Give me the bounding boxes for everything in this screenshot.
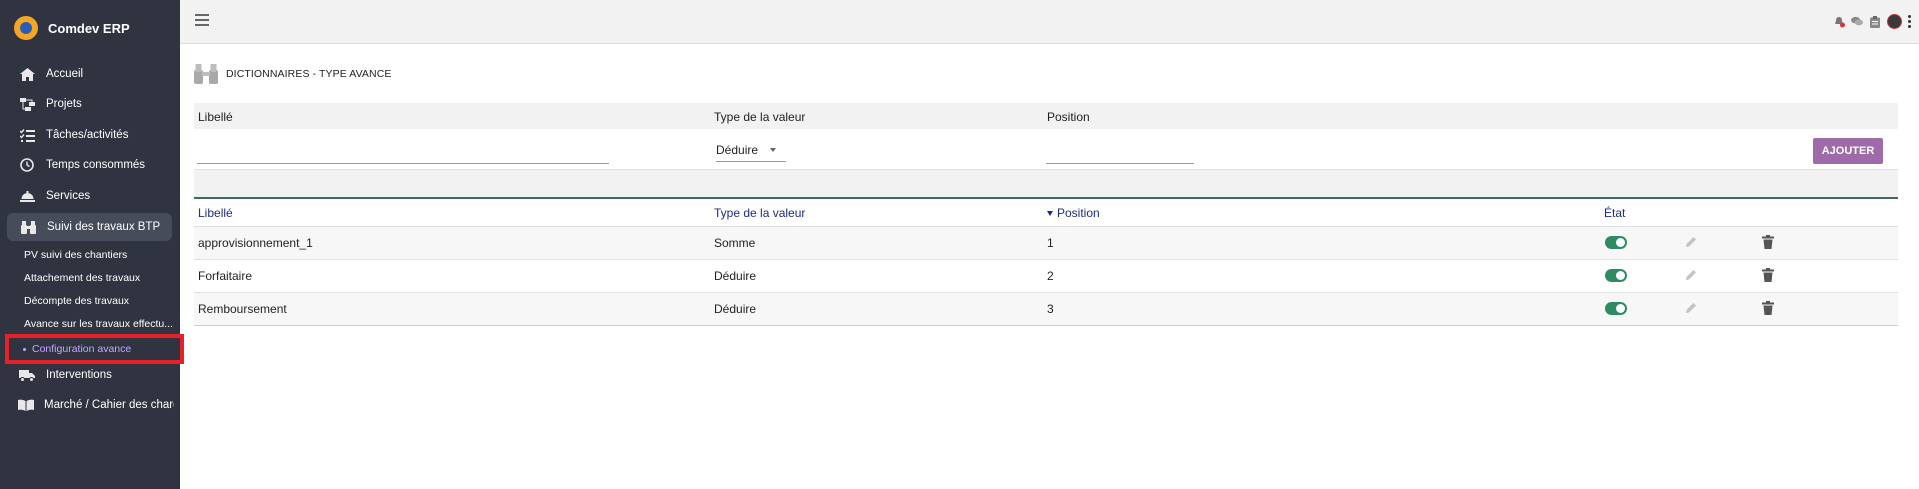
sidebar-item-interventions[interactable]: Interventions [6, 362, 174, 388]
table-row: approvisionnement_1 Somme 1 [194, 227, 1898, 260]
sidebar-item-label: Suivi des travaux BTP [47, 221, 161, 233]
cell-type: Déduire [714, 269, 757, 283]
page-header: DICTIONNAIRES - TYPE AVANCE [194, 64, 391, 84]
etat-toggle[interactable] [1605, 269, 1627, 282]
sidebar-item-temps[interactable]: Temps consommés [6, 152, 174, 178]
page-title: DICTIONNAIRES - TYPE AVANCE [226, 68, 392, 80]
more-vert-icon[interactable] [1908, 15, 1911, 28]
table-header: Libellé Type de la valeur Position État [194, 197, 1898, 227]
app-name: Comdev ERP [48, 20, 130, 36]
type-select-value: Déduire [716, 143, 759, 157]
cell-type: Somme [714, 236, 756, 250]
sidebar-item-label: Marché / Cahier des charg [44, 399, 174, 411]
sidebar-item-label: Interventions [46, 369, 112, 381]
type-label: Type de la valeur [714, 110, 806, 124]
etat-toggle[interactable] [1605, 302, 1627, 315]
clipboard-icon[interactable] [1869, 15, 1881, 28]
cell-libelle: Remboursement [198, 302, 287, 316]
sidebar-item-services[interactable]: Services [6, 183, 174, 209]
add-form: Libellé Type de la valeur Position Dédui… [194, 103, 1898, 170]
column-header-position-label: Position [1057, 206, 1100, 220]
position-label: Position [1047, 110, 1090, 124]
libelle-label: Libellé [198, 110, 233, 124]
column-header-etat[interactable]: État [1604, 206, 1625, 220]
sidebar-subitem-label: Décompte des travaux [24, 295, 130, 307]
etat-toggle[interactable] [1605, 236, 1627, 249]
app-logo [14, 16, 38, 40]
hamburger-menu-icon[interactable] [195, 14, 209, 26]
sidebar-item-label: Accueil [46, 68, 84, 80]
edit-pencil-icon[interactable] [1684, 235, 1698, 249]
cell-libelle: Forfaitaire [198, 269, 253, 283]
cell-libelle: approvisionnement_1 [198, 236, 313, 250]
bullet-icon [23, 347, 26, 351]
task-list-icon [18, 128, 36, 142]
sidebar-subitem-configuration-avance[interactable]: Configuration avance [5, 334, 184, 364]
sidebar-subitem-decompte[interactable]: Décompte des travaux [24, 291, 174, 311]
book-icon [18, 399, 34, 411]
table-row: Forfaitaire Déduire 2 [194, 260, 1898, 293]
user-avatar[interactable] [1887, 14, 1902, 29]
type-select[interactable]: Déduire [716, 139, 786, 162]
sidebar-subitem-label: Configuration avance [32, 343, 132, 355]
column-header-libelle[interactable]: Libellé [198, 206, 233, 220]
sidebar-subitem-label: Attachement des travaux [24, 272, 141, 284]
notification-icon[interactable] [1833, 16, 1845, 28]
sidebar-subitem-label: PV suivi des chantiers [24, 249, 128, 261]
sidebar-item-label: Projets [46, 98, 82, 110]
sidebar-subitem-attachement[interactable]: Attachement des travaux [24, 268, 174, 288]
sidebar-item-label: Tâches/activités [46, 129, 129, 141]
sort-desc-icon [1047, 211, 1053, 217]
sidebar-item-projets[interactable]: Projets [6, 91, 174, 117]
form-header: Libellé Type de la valeur Position [194, 103, 1898, 129]
binoculars-icon [194, 64, 218, 84]
libelle-input[interactable] [197, 139, 609, 164]
type-avance-table: Libellé Type de la valeur Position État … [194, 197, 1898, 326]
sidebar-subitem-avance-travaux[interactable]: Avance sur les travaux effectu... [24, 314, 174, 334]
delete-trash-icon[interactable] [1762, 301, 1776, 315]
column-header-type[interactable]: Type de la valeur [714, 206, 805, 220]
table-row: Remboursement Déduire 3 [194, 293, 1898, 326]
sidebar-item-label: Temps consommés [46, 159, 146, 171]
edit-pencil-icon[interactable] [1684, 301, 1698, 315]
edit-pencil-icon[interactable] [1684, 268, 1698, 282]
chat-icon[interactable] [1851, 16, 1863, 28]
top-bar-icons [1833, 14, 1911, 29]
delete-trash-icon[interactable] [1762, 268, 1776, 282]
sidebar-item-taches[interactable]: Tâches/activités [6, 122, 174, 148]
project-tree-icon [18, 97, 36, 111]
brand[interactable]: Comdev ERP [14, 16, 130, 40]
sidebar-item-label: Services [46, 190, 91, 202]
cell-position: 1 [1047, 236, 1054, 250]
sidebar-subitem-label: Avance sur les travaux effectu... [24, 318, 174, 330]
sidebar-item-suivi-travaux[interactable]: Suivi des travaux BTP [7, 213, 172, 241]
home-icon [18, 67, 36, 81]
column-header-position[interactable]: Position [1047, 206, 1100, 220]
sidebar-subitem-pv-suivi[interactable]: PV suivi des chantiers [24, 245, 174, 265]
truck-icon [18, 369, 36, 382]
sidebar-item-marche[interactable]: Marché / Cahier des charg [6, 392, 174, 418]
cell-position: 2 [1047, 269, 1054, 283]
service-bell-icon [18, 190, 36, 202]
sidebar-item-accueil[interactable]: Accueil [6, 61, 174, 87]
top-bar [180, 0, 1919, 44]
sidebar: Comdev ERP Accueil Projets Tâches/activi… [0, 0, 184, 489]
form-row: Déduire AJOUTER [194, 129, 1898, 170]
delete-trash-icon[interactable] [1762, 235, 1776, 249]
cell-type: Déduire [714, 302, 757, 316]
clock-icon [18, 158, 36, 172]
chevron-down-icon [770, 148, 777, 152]
cell-position: 3 [1047, 302, 1054, 316]
add-button[interactable]: AJOUTER [1813, 138, 1883, 164]
position-input[interactable] [1046, 139, 1194, 164]
binoculars-icon [19, 220, 37, 234]
spacer-strip [194, 170, 1898, 197]
